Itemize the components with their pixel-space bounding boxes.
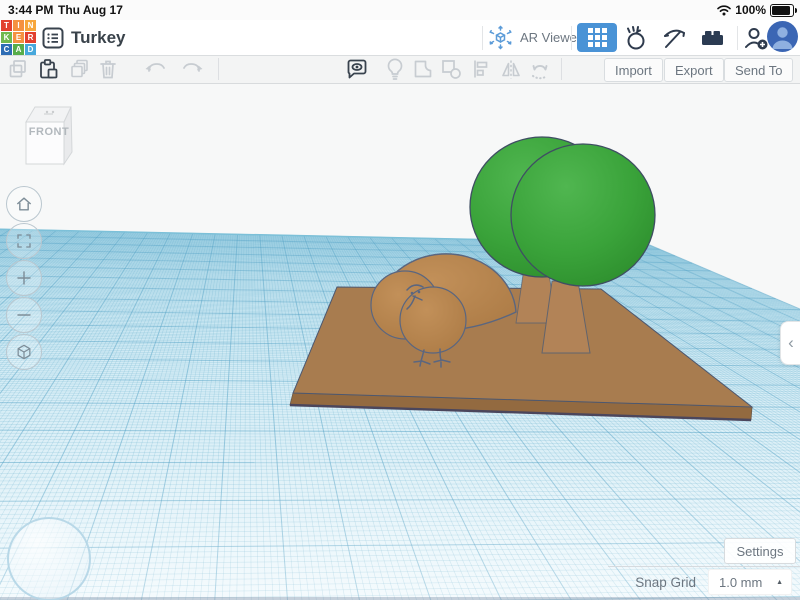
header: TIN KER CAD Turkey A	[0, 20, 800, 56]
magnet-icon[interactable]	[528, 57, 552, 81]
send-to-button[interactable]: Send To	[724, 58, 793, 82]
home-view-button[interactable]	[6, 186, 42, 222]
delete-icon[interactable]	[96, 57, 120, 81]
paste-icon[interactable]	[36, 57, 60, 81]
import-button[interactable]: Import	[604, 58, 663, 82]
view-cube-front-label: FRONT	[18, 126, 80, 138]
rotate-view-gizmo[interactable]	[7, 517, 91, 600]
snap-grid-dropdown[interactable]: 1.0 mm ▲	[708, 569, 792, 595]
add-person-button[interactable]	[742, 24, 770, 52]
wifi-icon	[717, 4, 731, 16]
duplicate-icon[interactable]	[68, 57, 92, 81]
logo-cell: D	[25, 44, 36, 55]
toolbar: Import Export Send To	[0, 55, 800, 84]
bulb-icon[interactable]	[383, 57, 407, 81]
toolbar-separator	[561, 58, 562, 80]
group-icon[interactable]	[411, 57, 435, 81]
footer-divider	[608, 566, 800, 567]
design-list-button[interactable]	[42, 27, 64, 49]
export-button[interactable]: Export	[664, 58, 724, 82]
perspective-toggle-button[interactable]	[6, 334, 42, 370]
battery-icon	[770, 4, 794, 17]
perspective-icon	[18, 345, 30, 358]
battery-percent: 100%	[735, 3, 766, 17]
logo-cell: N	[25, 20, 36, 31]
logo-cell: R	[25, 32, 36, 43]
design-title[interactable]: Turkey	[71, 28, 126, 48]
header-divider	[737, 26, 738, 50]
paw-mode-button[interactable]	[622, 24, 650, 52]
toolbar-separator	[218, 58, 219, 80]
snap-grid-label: Snap Grid	[635, 575, 696, 590]
logo-cell: K	[1, 32, 12, 43]
tinkercad-logo: TIN KER CAD	[1, 20, 38, 55]
ar-viewer-label: AR Viewer	[520, 30, 581, 45]
view-cube[interactable]: FRONT	[18, 100, 80, 172]
copy-icon[interactable]	[6, 57, 30, 81]
header-divider	[571, 26, 572, 50]
status-bar: 3:44 PM Thu Aug 17 100%	[0, 0, 800, 20]
tinkercad-app: 3:44 PM Thu Aug 17 100% TIN KER CAD Turkey	[0, 0, 800, 600]
grid-mode-icon	[588, 28, 607, 47]
tree-front-foliage[interactable]	[511, 144, 655, 286]
ar-viewer-icon	[487, 24, 514, 51]
brick-mode-button[interactable]	[698, 24, 726, 52]
fit-view-button[interactable]	[6, 223, 42, 259]
redo-icon[interactable]	[181, 57, 205, 81]
status-time: 3:44 PM	[8, 3, 53, 17]
logo-cell: A	[13, 44, 24, 55]
logo-cell: I	[13, 20, 24, 31]
viewport-3d[interactable]: FRONT ‹	[0, 83, 800, 600]
status-date: Thu Aug 17	[58, 3, 123, 17]
align-icon[interactable]	[469, 57, 493, 81]
scene	[0, 83, 800, 600]
fit-view-icon	[18, 235, 30, 247]
logo-cell: E	[13, 32, 24, 43]
home-icon	[17, 198, 30, 210]
ar-viewer-button[interactable]: AR Viewer	[487, 24, 581, 51]
show-eye-icon[interactable]	[345, 57, 369, 81]
undo-icon[interactable]	[143, 57, 167, 81]
avatar[interactable]	[767, 21, 798, 52]
zoom-out-button[interactable]	[6, 297, 42, 333]
logo-cell: T	[1, 20, 12, 31]
pickaxe-mode-button[interactable]	[660, 24, 688, 52]
shapes-panel-collapse-tab[interactable]: ‹	[780, 321, 800, 365]
chevron-up-icon: ▲	[776, 579, 783, 586]
zoom-in-icon	[18, 272, 30, 284]
logo-cell: C	[1, 44, 12, 55]
avatar-person-icon	[767, 21, 798, 52]
zoom-in-button[interactable]	[6, 260, 42, 296]
settings-button[interactable]: Settings	[724, 538, 796, 564]
grid-mode-button[interactable]	[577, 23, 617, 52]
mirror-icon[interactable]	[499, 57, 523, 81]
header-divider	[482, 26, 483, 50]
ungroup-icon[interactable]	[439, 57, 463, 81]
panel-collapse-chevron: ‹	[788, 333, 794, 353]
